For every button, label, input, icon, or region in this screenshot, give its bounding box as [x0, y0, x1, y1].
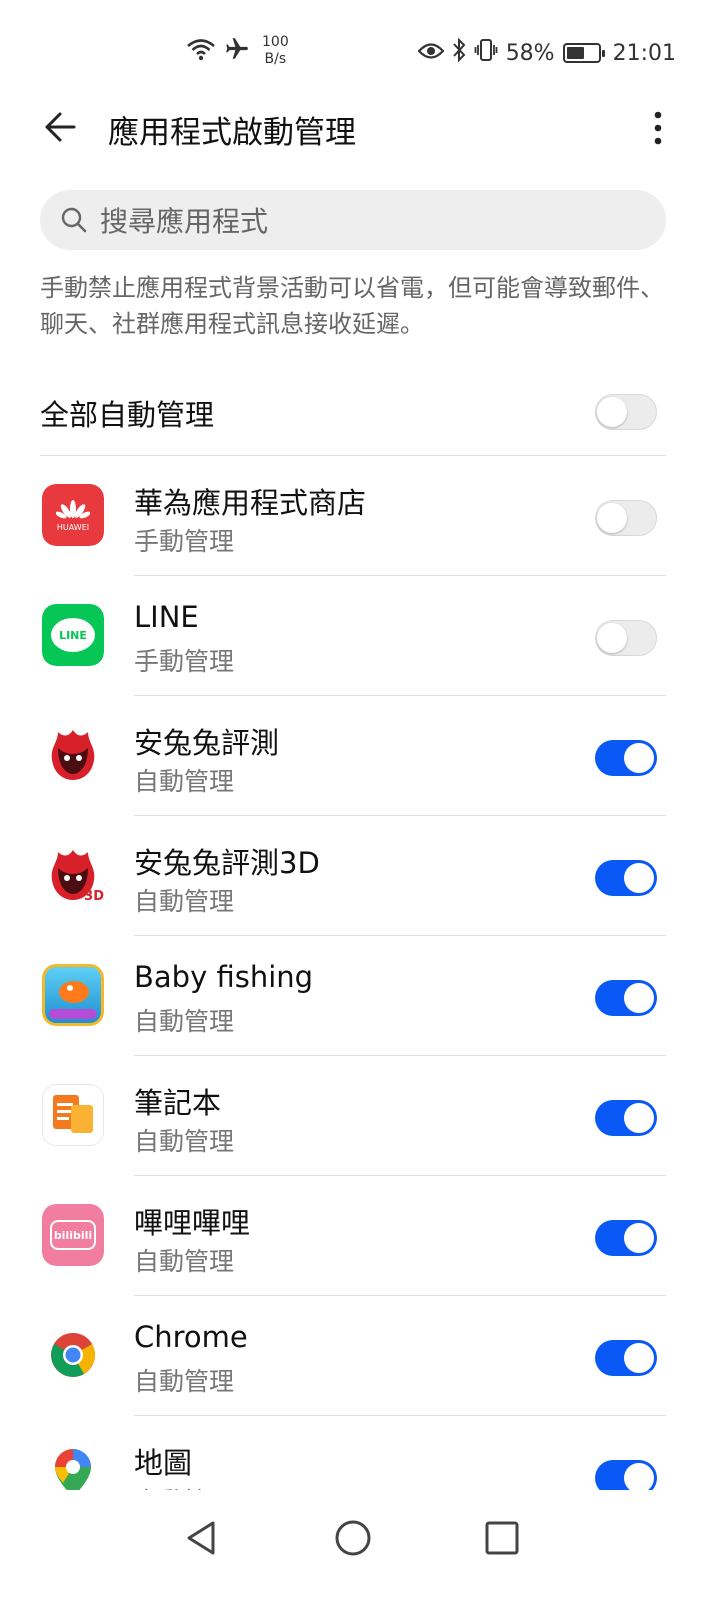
app-row[interactable]: HUAWEI 華為應用程式商店手動管理 [0, 456, 720, 576]
toggle-knob [597, 622, 627, 653]
toggle-knob [597, 396, 627, 427]
status-right-group: 58% 21:01 [417, 37, 676, 68]
app-manage-mode: 自動管理 [134, 887, 235, 916]
app-auto-manage-toggle[interactable] [595, 860, 657, 896]
toggle-knob [597, 502, 627, 533]
antutu-icon [42, 724, 104, 786]
navigation-bar [0, 1490, 720, 1600]
app-row[interactable]: 筆記本 自動管理 [0, 1056, 720, 1176]
nav-home-button[interactable] [321, 1506, 385, 1570]
search-icon [61, 207, 87, 233]
nav-back-button[interactable] [170, 1506, 234, 1570]
all-auto-manage-label: 全部自動管理 [40, 398, 215, 432]
page-title: 應用程式啟動管理 [108, 115, 356, 151]
app-auto-manage-toggle[interactable] [595, 980, 657, 1016]
bluetooth-icon [452, 37, 466, 68]
app-list: HUAWEI 華為應用程式商店 手動管理 LINE LINE 手動管理 安兔兔評測 自動管理 3… [0, 456, 720, 1490]
app-row[interactable]: 安兔兔評測 自動管理 [0, 696, 720, 816]
wifi-icon [186, 37, 216, 65]
back-button[interactable] [36, 103, 84, 151]
app-name: 筆記本 [134, 1086, 222, 1120]
huawei-icon-label: HUAWEI [56, 522, 90, 532]
maps-icon [42, 1444, 104, 1490]
app-row[interactable]: 地圖自動管理 [0, 1416, 720, 1490]
toggle-knob [624, 863, 654, 893]
network-speed-value: 100 [262, 34, 289, 50]
app-manage-mode: 自動管理 [134, 1482, 234, 1490]
toggle-knob [624, 1343, 654, 1373]
app-row[interactable]: bilibili 嗶哩嗶哩自動管理 [0, 1176, 720, 1296]
clock: 21:01 [612, 40, 676, 66]
network-speed: 100 B/s [262, 34, 289, 68]
eye-comfort-icon [417, 41, 445, 66]
app-name: Chrome [134, 1320, 248, 1354]
toggle-knob [624, 743, 654, 773]
battery-icon [562, 43, 605, 63]
description-text: 手動禁止應用程式背景活動可以省電，但可能會導致郵件、聊天、社群應用程式訊息接收延… [40, 274, 664, 338]
app-bar: 應用程式啟動管理 [0, 95, 720, 165]
toggle-knob [624, 1223, 654, 1253]
search-placeholder: 搜尋應用程式 [100, 205, 269, 238]
app-row[interactable]: LINE LINE 手動管理 [0, 576, 720, 696]
app-auto-manage-toggle[interactable] [595, 1460, 657, 1490]
huawei-appgallery-icon: HUAWEI [42, 484, 104, 546]
all-auto-manage-toggle[interactable] [595, 394, 657, 430]
app-name: 安兔兔評測 [134, 726, 280, 760]
app-auto-manage-toggle[interactable] [595, 1220, 657, 1256]
app-auto-manage-toggle[interactable] [595, 620, 657, 656]
more-options-button[interactable] [638, 103, 678, 153]
app-manage-mode: 自動管理 [134, 1007, 235, 1036]
battery-level [566, 47, 584, 59]
notepad-icon [42, 1084, 104, 1146]
app-manage-mode: 自動管理 [134, 767, 235, 796]
nav-recents-button[interactable] [470, 1506, 534, 1570]
app-auto-manage-toggle[interactable] [595, 1340, 657, 1376]
app-manage-mode: 自動管理 [134, 1247, 235, 1276]
antutu-3d-icon: 3D [42, 844, 104, 906]
line-icon: LINE [42, 604, 104, 666]
app-name: Baby fishing [134, 960, 314, 994]
app-name: 地圖 [134, 1446, 193, 1480]
toggle-knob [624, 983, 654, 1013]
network-speed-unit: B/s [264, 51, 287, 67]
circle-home-icon [335, 1520, 371, 1556]
square-recents-icon [485, 1521, 519, 1555]
app-row[interactable]: 3D 安兔兔評測3D 自動管理 [0, 816, 720, 936]
antutu-3d-label: 3D [84, 889, 104, 904]
bilibili-icon: bilibili [42, 1204, 104, 1266]
app-row[interactable]: Baby fishing 自動管理 [0, 936, 720, 1056]
baby-fishing-icon [42, 964, 104, 1026]
triangle-back-icon [187, 1521, 215, 1555]
toggle-knob [624, 1103, 654, 1133]
app-auto-manage-toggle[interactable] [595, 1100, 657, 1136]
app-manage-mode: 手動管理 [134, 647, 235, 676]
status-bar: 100 B/s 58% 21:01 [0, 0, 720, 100]
app-name: LINE [134, 600, 199, 634]
app-name: 安兔兔評測3D [134, 846, 320, 880]
toggle-knob [624, 1463, 654, 1490]
search-input[interactable]: 搜尋應用程式 [40, 190, 666, 250]
status-left-group: 100 B/s [186, 34, 289, 68]
app-manage-mode: 自動管理 [134, 1127, 235, 1156]
app-name: 華為應用程式商店 [134, 486, 367, 520]
app-row[interactable]: Chrome 自動管理 [0, 1296, 720, 1416]
line-icon-label: LINE [59, 628, 87, 642]
bilibili-icon-label: bilibili [53, 1228, 93, 1242]
chrome-icon [42, 1324, 104, 1386]
more-vertical-icon [654, 111, 662, 145]
battery-percent: 58% [505, 40, 555, 66]
back-arrow-icon [45, 112, 76, 142]
vibrate-icon [474, 38, 498, 68]
app-manage-mode: 手動管理 [134, 527, 235, 556]
app-name: 嗶哩嗶哩 [134, 1206, 251, 1240]
app-auto-manage-toggle[interactable] [595, 500, 657, 536]
airplane-icon [224, 36, 250, 66]
all-auto-manage-row: 全部自動管理 [40, 372, 666, 456]
app-manage-mode: 自動管理 [134, 1367, 235, 1396]
app-auto-manage-toggle[interactable] [595, 740, 657, 776]
